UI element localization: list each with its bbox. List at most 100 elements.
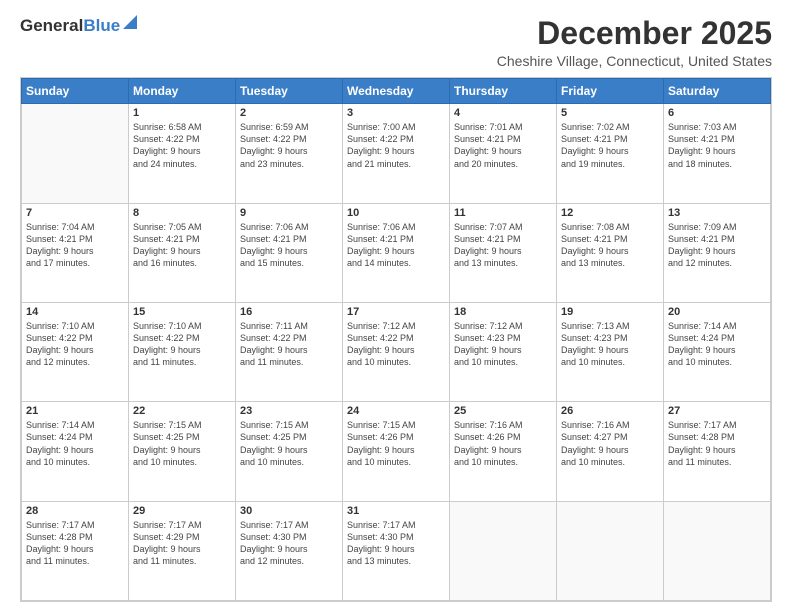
day-cell: 22 Sunrise: 7:15 AM Sunset: 4:25 PM Dayli…	[129, 402, 236, 501]
day-info: Sunrise: 7:01 AM Sunset: 4:21 PM Dayligh…	[454, 121, 552, 170]
calendar-header: SundayMondayTuesdayWednesdayThursdayFrid…	[22, 79, 771, 104]
day-info: Sunrise: 6:58 AM Sunset: 4:22 PM Dayligh…	[133, 121, 231, 170]
day-info: Sunrise: 7:14 AM Sunset: 4:24 PM Dayligh…	[26, 419, 124, 468]
day-cell: 5 Sunrise: 7:02 AM Sunset: 4:21 PM Daylig…	[557, 104, 664, 203]
day-cell: 3 Sunrise: 7:00 AM Sunset: 4:22 PM Daylig…	[343, 104, 450, 203]
day-number: 19	[561, 306, 659, 318]
day-cell: 27Sunrise: 7:17 AM Sunset: 4:28 PM Dayli…	[664, 402, 771, 501]
day-cell: 7Sunrise: 7:04 AM Sunset: 4:21 PM Daylig…	[22, 203, 129, 302]
day-number: 10	[347, 207, 445, 219]
day-cell: 13 Sunrise: 7:09 AM Sunset: 4:21 PM Dayli…	[664, 203, 771, 302]
logo-triangle-icon	[123, 15, 137, 29]
header-row: SundayMondayTuesdayWednesdayThursdayFrid…	[22, 79, 771, 104]
day-number: 24	[347, 405, 445, 417]
day-number: 12	[561, 207, 659, 219]
day-cell	[664, 501, 771, 600]
day-info: Sunrise: 7:15 AM Sunset: 4:25 PM Dayligh…	[240, 419, 338, 468]
header-day-friday: Friday	[557, 79, 664, 104]
day-cell: 14Sunrise: 7:10 AM Sunset: 4:22 PM Dayli…	[22, 302, 129, 401]
week-row-4: 21Sunrise: 7:14 AM Sunset: 4:24 PM Dayli…	[22, 402, 771, 501]
day-info: Sunrise: 7:15 AM Sunset: 4:25 PM Dayligh…	[133, 419, 231, 468]
day-cell: 21Sunrise: 7:14 AM Sunset: 4:24 PM Dayli…	[22, 402, 129, 501]
header: General Blue December 2025 Cheshire Vill…	[20, 16, 772, 69]
day-cell: 23 Sunrise: 7:15 AM Sunset: 4:25 PM Dayli…	[236, 402, 343, 501]
day-cell: 4 Sunrise: 7:01 AM Sunset: 4:21 PM Daylig…	[450, 104, 557, 203]
day-cell: 2 Sunrise: 6:59 AM Sunset: 4:22 PM Daylig…	[236, 104, 343, 203]
day-number: 16	[240, 306, 338, 318]
logo-general-text: General	[20, 16, 83, 36]
day-info: Sunrise: 7:12 AM Sunset: 4:22 PM Dayligh…	[347, 320, 445, 369]
day-info: Sunrise: 7:10 AM Sunset: 4:22 PM Dayligh…	[26, 320, 124, 369]
day-cell: 16 Sunrise: 7:11 AM Sunset: 4:22 PM Dayli…	[236, 302, 343, 401]
week-row-1: 1 Sunrise: 6:58 AM Sunset: 4:22 PM Daylig…	[22, 104, 771, 203]
day-info: Sunrise: 7:15 AM Sunset: 4:26 PM Dayligh…	[347, 419, 445, 468]
day-info: Sunrise: 7:05 AM Sunset: 4:21 PM Dayligh…	[133, 221, 231, 270]
day-info: Sunrise: 6:59 AM Sunset: 4:22 PM Dayligh…	[240, 121, 338, 170]
day-info: Sunrise: 7:04 AM Sunset: 4:21 PM Dayligh…	[26, 221, 124, 270]
day-info: Sunrise: 7:12 AM Sunset: 4:23 PM Dayligh…	[454, 320, 552, 369]
day-cell: 30Sunrise: 7:17 AM Sunset: 4:30 PM Dayli…	[236, 501, 343, 600]
header-day-tuesday: Tuesday	[236, 79, 343, 104]
day-number: 11	[454, 207, 552, 219]
day-info: Sunrise: 7:17 AM Sunset: 4:29 PM Dayligh…	[133, 519, 231, 568]
day-info: Sunrise: 7:00 AM Sunset: 4:22 PM Dayligh…	[347, 121, 445, 170]
day-cell: 25 Sunrise: 7:16 AM Sunset: 4:26 PM Dayli…	[450, 402, 557, 501]
day-info: Sunrise: 7:17 AM Sunset: 4:28 PM Dayligh…	[26, 519, 124, 568]
day-info: Sunrise: 7:10 AM Sunset: 4:22 PM Dayligh…	[133, 320, 231, 369]
day-number: 6	[668, 107, 766, 119]
day-cell: 8 Sunrise: 7:05 AM Sunset: 4:21 PM Daylig…	[129, 203, 236, 302]
header-day-sunday: Sunday	[22, 79, 129, 104]
day-info: Sunrise: 7:13 AM Sunset: 4:23 PM Dayligh…	[561, 320, 659, 369]
day-info: Sunrise: 7:07 AM Sunset: 4:21 PM Dayligh…	[454, 221, 552, 270]
title-section: December 2025 Cheshire Village, Connecti…	[497, 16, 772, 69]
day-info: Sunrise: 7:02 AM Sunset: 4:21 PM Dayligh…	[561, 121, 659, 170]
day-cell: 26 Sunrise: 7:16 AM Sunset: 4:27 PM Dayli…	[557, 402, 664, 501]
day-cell: 15 Sunrise: 7:10 AM Sunset: 4:22 PM Dayli…	[129, 302, 236, 401]
day-info: Sunrise: 7:17 AM Sunset: 4:30 PM Dayligh…	[240, 519, 338, 568]
day-info: Sunrise: 7:16 AM Sunset: 4:26 PM Dayligh…	[454, 419, 552, 468]
day-number: 2	[240, 107, 338, 119]
day-number: 25	[454, 405, 552, 417]
day-cell: 18 Sunrise: 7:12 AM Sunset: 4:23 PM Dayli…	[450, 302, 557, 401]
day-info: Sunrise: 7:11 AM Sunset: 4:22 PM Dayligh…	[240, 320, 338, 369]
day-number: 1	[133, 107, 231, 119]
main-title: December 2025	[497, 16, 772, 51]
day-number: 31	[347, 505, 445, 517]
day-number: 18	[454, 306, 552, 318]
day-number: 15	[133, 306, 231, 318]
day-number: 3	[347, 107, 445, 119]
day-cell: 24 Sunrise: 7:15 AM Sunset: 4:26 PM Dayli…	[343, 402, 450, 501]
header-day-wednesday: Wednesday	[343, 79, 450, 104]
day-number: 26	[561, 405, 659, 417]
day-cell: 29 Sunrise: 7:17 AM Sunset: 4:29 PM Dayli…	[129, 501, 236, 600]
day-number: 4	[454, 107, 552, 119]
day-info: Sunrise: 7:03 AM Sunset: 4:21 PM Dayligh…	[668, 121, 766, 170]
day-info: Sunrise: 7:08 AM Sunset: 4:21 PM Dayligh…	[561, 221, 659, 270]
day-info: Sunrise: 7:16 AM Sunset: 4:27 PM Dayligh…	[561, 419, 659, 468]
day-number: 17	[347, 306, 445, 318]
day-number: 29	[133, 505, 231, 517]
day-cell: 20Sunrise: 7:14 AM Sunset: 4:24 PM Dayli…	[664, 302, 771, 401]
day-number: 13	[668, 207, 766, 219]
day-cell: 1 Sunrise: 6:58 AM Sunset: 4:22 PM Daylig…	[129, 104, 236, 203]
day-cell: 28Sunrise: 7:17 AM Sunset: 4:28 PM Dayli…	[22, 501, 129, 600]
day-number: 23	[240, 405, 338, 417]
calendar-body: 1 Sunrise: 6:58 AM Sunset: 4:22 PM Daylig…	[22, 104, 771, 601]
day-cell: 9Sunrise: 7:06 AM Sunset: 4:21 PM Daylig…	[236, 203, 343, 302]
logo: General Blue	[20, 16, 137, 36]
day-number: 9	[240, 207, 338, 219]
day-cell: 6 Sunrise: 7:03 AM Sunset: 4:21 PM Daylig…	[664, 104, 771, 203]
day-number: 5	[561, 107, 659, 119]
day-info: Sunrise: 7:17 AM Sunset: 4:28 PM Dayligh…	[668, 419, 766, 468]
day-number: 8	[133, 207, 231, 219]
day-cell	[450, 501, 557, 600]
day-cell: 19 Sunrise: 7:13 AM Sunset: 4:23 PM Dayli…	[557, 302, 664, 401]
day-number: 22	[133, 405, 231, 417]
week-row-5: 28Sunrise: 7:17 AM Sunset: 4:28 PM Dayli…	[22, 501, 771, 600]
day-cell	[22, 104, 129, 203]
day-cell: 10Sunrise: 7:06 AM Sunset: 4:21 PM Dayli…	[343, 203, 450, 302]
header-day-thursday: Thursday	[450, 79, 557, 104]
day-number: 20	[668, 306, 766, 318]
day-info: Sunrise: 7:09 AM Sunset: 4:21 PM Dayligh…	[668, 221, 766, 270]
day-cell: 11 Sunrise: 7:07 AM Sunset: 4:21 PM Dayli…	[450, 203, 557, 302]
